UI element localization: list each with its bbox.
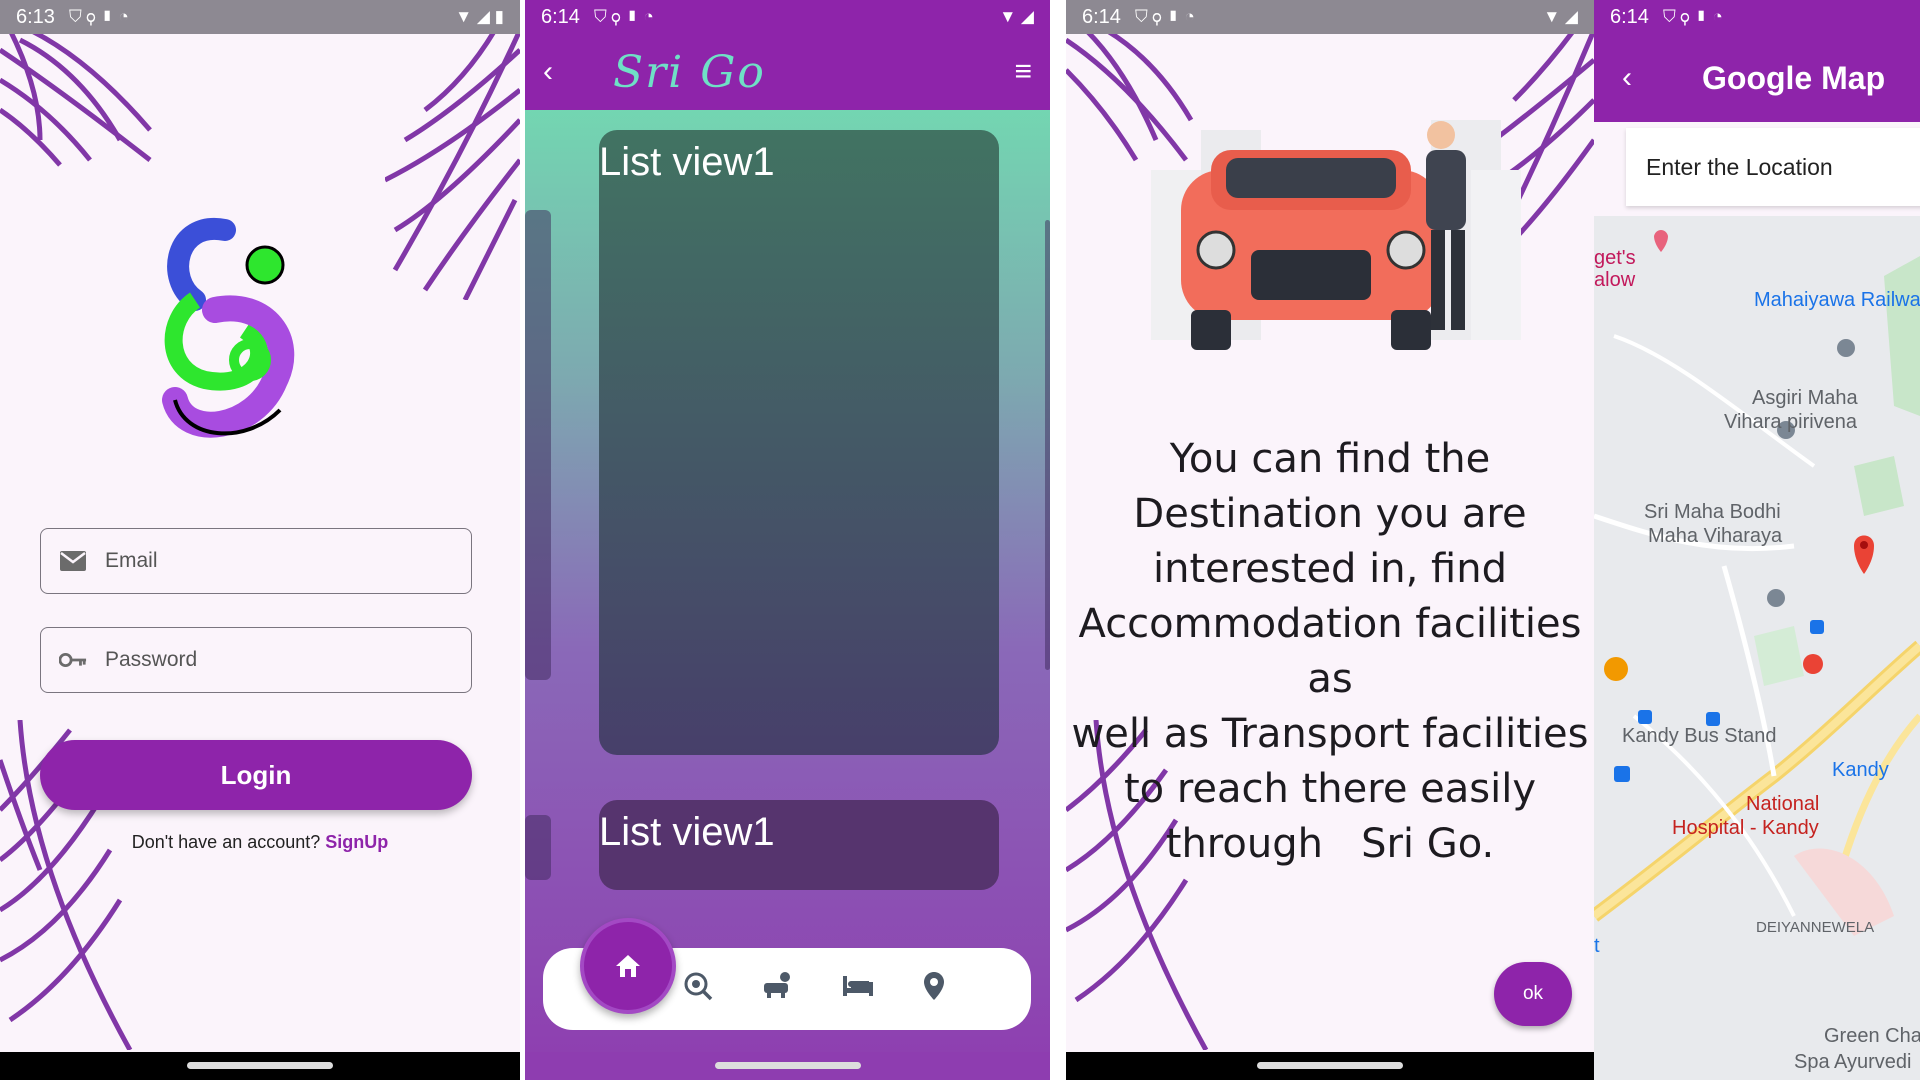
app-bar: ‹ Sri Go ≡ [525,34,1050,110]
info-line: to reach there easily [1123,766,1536,812]
status-icons: ⛉ ⚲ ▮ ◔ [68,7,129,26]
password-field[interactable]: Password [40,627,472,693]
info-line: interested in, find [1152,546,1507,592]
info-line: Accommodation facilities as [1078,601,1582,702]
home-gesture-pill[interactable] [1257,1062,1403,1069]
key-icon [59,646,87,674]
email-placeholder: Email [105,549,158,572]
map-place-label: t [1594,935,1600,957]
status-time: 6:14 [1610,5,1649,28]
back-arrow-icon[interactable]: ‹ [1622,61,1702,95]
ok-button[interactable]: ok [1494,962,1572,1026]
info-line: Destination you are [1133,491,1527,537]
system-nav-bar [1066,1052,1594,1080]
map-place-label: alow [1594,269,1636,291]
status-icons: ⛉ ⚲ ▮ ◔ [1662,7,1723,26]
map-place-label: Mahaiyawa Railwa [1754,289,1920,311]
login-screen: 6:13 ⛉ ⚲ ▮ ◔ ▼ ◢ ▮ Email Password Login … [0,0,520,1080]
travel-explore-icon[interactable] [683,971,713,1008]
back-arrow-icon[interactable]: ‹ [543,55,583,89]
car-illustration [1151,120,1521,350]
status-bar: 6:14 ⛉ ⚲ ▮ ◔ [1594,0,1920,34]
signup-prompt: Don't have an account? [131,832,321,852]
map-place-label: Vihara pirivena [1724,411,1858,433]
list-card[interactable]: List view1 [599,130,999,755]
info-text: You can find the Destination you are int… [1066,432,1594,872]
map-place-label: Maha Viharaya [1648,525,1783,547]
hotel-bed-icon[interactable] [841,974,875,1005]
app-bar: ‹ Google Map [1594,34,1920,122]
card-title: List view1 [599,140,775,184]
palm-frond-top-right [385,30,520,300]
password-placeholder: Password [105,648,198,671]
email-field[interactable]: Email [40,528,472,594]
location-placeholder: Enter the Location [1646,153,1833,180]
map-place-label: Kandy Bus Stand [1622,725,1777,747]
status-icons: ⛉ ⚲ ▮ ◔ [1134,7,1195,26]
info-screen: 6:14 ⛉ ⚲ ▮ ◔ ▼ ◢ You can find the Destin… [1066,0,1594,1080]
map-place-label: Green Cha [1824,1025,1920,1047]
previous-card-edge[interactable] [525,210,551,680]
status-right-icons: ▼ ◢ [1543,7,1578,26]
car-repair-icon[interactable] [761,971,793,1008]
status-right-icons: ▼ ◢ [999,7,1034,26]
status-bar: 6:14 ⛉ ⚲ ▮ ◔ ▼ ◢ [1066,0,1594,34]
signup-link[interactable]: SignUp [325,832,388,852]
home-gesture-pill[interactable] [714,1062,861,1069]
home-icon [616,955,640,977]
brand-title: Sri Go [613,46,766,98]
map-place-label: get's [1594,247,1636,269]
map-place-label: Sri Maha Bodhi [1644,501,1781,523]
map-view[interactable] [1594,216,1920,1080]
status-time: 6:14 [1082,5,1121,28]
app-logo [162,217,295,438]
status-time: 6:13 [16,5,55,28]
mail-icon [59,547,87,575]
home-gesture-pill[interactable] [187,1062,333,1069]
map-place-label: Asgiri Maha [1752,387,1858,409]
map-place-label: Spa Ayurvedi [1794,1051,1912,1073]
list-card[interactable]: List view1 [599,800,999,890]
signup-row: Don't have an account? SignUp [0,832,520,853]
location-search-input[interactable]: Enter the Location [1626,128,1920,206]
map-place-label: Hospital - Kandy [1672,817,1819,839]
map-place-label: Kandy [1832,759,1889,781]
google-map-screen: 6:14 ⛉ ⚲ ▮ ◔ ‹ Google Map Enter the Loca… [1594,0,1920,1080]
map-place-label: DEIYANNEWELA [1756,919,1875,936]
status-right-icons: ▼ ◢ ▮ [455,7,504,26]
menu-icon[interactable]: ≡ [1014,55,1032,89]
system-nav-bar [0,1052,520,1080]
status-time: 6:14 [541,5,580,28]
palm-frond-top-left [0,30,152,167]
login-button[interactable]: Login [40,740,472,810]
info-line: well as Transport facilities [1071,711,1589,757]
info-line: through Sri Go. [1165,821,1495,867]
next-card-edge[interactable] [1045,220,1050,670]
card-title: List view1 [599,810,775,854]
home-nav-button[interactable] [580,918,676,1014]
system-nav-bar [525,1052,1050,1080]
status-icons: ⛉ ⚲ ▮ ◔ [593,7,654,26]
map-place-label: National [1746,793,1820,815]
home-list-screen: 6:14 ⛉ ⚲ ▮ ◔ ▼ ◢ ‹ Sri Go ≡ List view1 L… [525,0,1050,1080]
page-title: Google Map [1702,59,1886,96]
location-pin-icon[interactable] [923,971,945,1008]
info-line: You can find the [1169,436,1491,482]
previous-card-edge-2[interactable] [525,815,551,880]
status-bar: 6:14 ⛉ ⚲ ▮ ◔ ▼ ◢ [525,0,1050,34]
status-bar: 6:13 ⛉ ⚲ ▮ ◔ ▼ ◢ ▮ [0,0,520,34]
